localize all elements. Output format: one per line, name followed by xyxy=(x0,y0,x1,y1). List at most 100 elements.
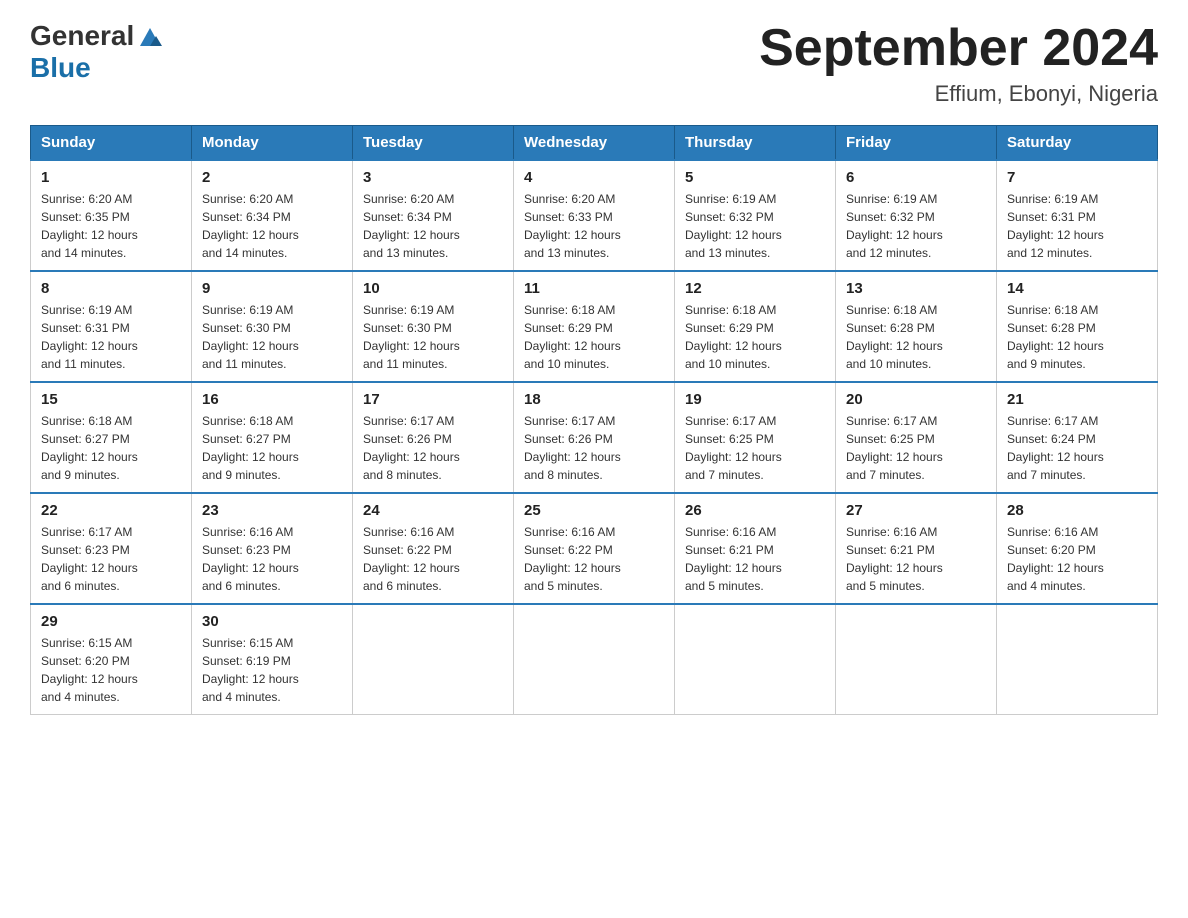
day-number: 7 xyxy=(1007,169,1147,186)
day-info: Sunrise: 6:15 AMSunset: 6:19 PMDaylight:… xyxy=(202,634,342,706)
calendar-cell: 25Sunrise: 6:16 AMSunset: 6:22 PMDayligh… xyxy=(514,493,675,604)
weekday-header-monday: Monday xyxy=(192,126,353,161)
weekday-header-friday: Friday xyxy=(836,126,997,161)
day-info: Sunrise: 6:16 AMSunset: 6:21 PMDaylight:… xyxy=(685,523,825,595)
calendar-table: SundayMondayTuesdayWednesdayThursdayFrid… xyxy=(30,125,1158,715)
calendar-cell: 11 Sunrise: 6:18 AMSunset: 6:29 PMDayligh… xyxy=(514,271,675,382)
day-info: Sunrise: 6:16 AMSunset: 6:21 PMDaylight:… xyxy=(846,523,986,595)
day-number: 2 xyxy=(202,169,342,186)
week-row-3: 15 Sunrise: 6:18 AMSunset: 6:27 PMDayligh… xyxy=(31,382,1158,493)
day-info: Sunrise: 6:19 AMSunset: 6:31 PMDaylight:… xyxy=(41,301,181,373)
day-number: 26 xyxy=(685,502,825,519)
calendar-cell: 23 Sunrise: 6:16 AMSunset: 6:23 PMDayligh… xyxy=(192,493,353,604)
title-section: September 2024 Effium, Ebonyi, Nigeria xyxy=(759,20,1158,107)
week-row-1: 1 Sunrise: 6:20 AMSunset: 6:35 PMDaylight… xyxy=(31,160,1158,271)
logo-general: General xyxy=(30,20,134,52)
day-number: 16 xyxy=(202,391,342,408)
day-info: Sunrise: 6:17 AMSunset: 6:26 PMDaylight:… xyxy=(524,412,664,484)
day-info: Sunrise: 6:16 AMSunset: 6:22 PMDaylight:… xyxy=(524,523,664,595)
day-number: 18 xyxy=(524,391,664,408)
day-number: 17 xyxy=(363,391,503,408)
page-header: General Blue September 2024 Effium, Ebon… xyxy=(30,20,1158,107)
day-number: 27 xyxy=(846,502,986,519)
day-number: 20 xyxy=(846,391,986,408)
day-info: Sunrise: 6:17 AMSunset: 6:26 PMDaylight:… xyxy=(363,412,503,484)
calendar-cell: 16 Sunrise: 6:18 AMSunset: 6:27 PMDayligh… xyxy=(192,382,353,493)
weekday-header-tuesday: Tuesday xyxy=(353,126,514,161)
calendar-cell: 19 Sunrise: 6:17 AMSunset: 6:25 PMDayligh… xyxy=(675,382,836,493)
day-number: 12 xyxy=(685,280,825,297)
day-number: 30 xyxy=(202,613,342,630)
logo-icon xyxy=(136,22,164,50)
calendar-cell: 9 Sunrise: 6:19 AMSunset: 6:30 PMDaylight… xyxy=(192,271,353,382)
calendar-cell: 3 Sunrise: 6:20 AMSunset: 6:34 PMDaylight… xyxy=(353,160,514,271)
week-row-5: 29Sunrise: 6:15 AMSunset: 6:20 PMDayligh… xyxy=(31,604,1158,715)
day-info: Sunrise: 6:20 AMSunset: 6:34 PMDaylight:… xyxy=(202,190,342,262)
weekday-header-saturday: Saturday xyxy=(997,126,1158,161)
day-info: Sunrise: 6:19 AMSunset: 6:30 PMDaylight:… xyxy=(363,301,503,373)
day-info: Sunrise: 6:16 AMSunset: 6:20 PMDaylight:… xyxy=(1007,523,1147,595)
calendar-cell: 8 Sunrise: 6:19 AMSunset: 6:31 PMDaylight… xyxy=(31,271,192,382)
weekday-header-row: SundayMondayTuesdayWednesdayThursdayFrid… xyxy=(31,126,1158,161)
calendar-cell: 5Sunrise: 6:19 AMSunset: 6:32 PMDaylight… xyxy=(675,160,836,271)
day-number: 9 xyxy=(202,280,342,297)
day-number: 14 xyxy=(1007,280,1147,297)
calendar-cell: 2 Sunrise: 6:20 AMSunset: 6:34 PMDaylight… xyxy=(192,160,353,271)
day-info: Sunrise: 6:18 AMSunset: 6:29 PMDaylight:… xyxy=(685,301,825,373)
logo-blue: Blue xyxy=(30,52,91,84)
day-info: Sunrise: 6:18 AMSunset: 6:28 PMDaylight:… xyxy=(846,301,986,373)
day-number: 15 xyxy=(41,391,181,408)
day-info: Sunrise: 6:17 AMSunset: 6:24 PMDaylight:… xyxy=(1007,412,1147,484)
day-number: 6 xyxy=(846,169,986,186)
day-info: Sunrise: 6:19 AMSunset: 6:32 PMDaylight:… xyxy=(846,190,986,262)
day-number: 24 xyxy=(363,502,503,519)
day-info: Sunrise: 6:18 AMSunset: 6:28 PMDaylight:… xyxy=(1007,301,1147,373)
calendar-cell xyxy=(836,604,997,715)
calendar-cell: 7 Sunrise: 6:19 AMSunset: 6:31 PMDaylight… xyxy=(997,160,1158,271)
day-info: Sunrise: 6:19 AMSunset: 6:30 PMDaylight:… xyxy=(202,301,342,373)
day-number: 11 xyxy=(524,280,664,297)
calendar-cell: 29Sunrise: 6:15 AMSunset: 6:20 PMDayligh… xyxy=(31,604,192,715)
calendar-cell xyxy=(675,604,836,715)
weekday-header-sunday: Sunday xyxy=(31,126,192,161)
calendar-cell: 22Sunrise: 6:17 AMSunset: 6:23 PMDayligh… xyxy=(31,493,192,604)
calendar-title: September 2024 xyxy=(759,20,1158,77)
calendar-cell: 18 Sunrise: 6:17 AMSunset: 6:26 PMDayligh… xyxy=(514,382,675,493)
day-number: 13 xyxy=(846,280,986,297)
day-info: Sunrise: 6:18 AMSunset: 6:29 PMDaylight:… xyxy=(524,301,664,373)
day-number: 10 xyxy=(363,280,503,297)
calendar-cell: 21Sunrise: 6:17 AMSunset: 6:24 PMDayligh… xyxy=(997,382,1158,493)
calendar-cell xyxy=(514,604,675,715)
calendar-cell: 13 Sunrise: 6:18 AMSunset: 6:28 PMDayligh… xyxy=(836,271,997,382)
calendar-cell: 14 Sunrise: 6:18 AMSunset: 6:28 PMDayligh… xyxy=(997,271,1158,382)
calendar-cell: 4Sunrise: 6:20 AMSunset: 6:33 PMDaylight… xyxy=(514,160,675,271)
day-number: 8 xyxy=(41,280,181,297)
calendar-cell: 12 Sunrise: 6:18 AMSunset: 6:29 PMDayligh… xyxy=(675,271,836,382)
calendar-cell: 1 Sunrise: 6:20 AMSunset: 6:35 PMDaylight… xyxy=(31,160,192,271)
day-info: Sunrise: 6:16 AMSunset: 6:22 PMDaylight:… xyxy=(363,523,503,595)
day-info: Sunrise: 6:18 AMSunset: 6:27 PMDaylight:… xyxy=(202,412,342,484)
day-number: 3 xyxy=(363,169,503,186)
day-info: Sunrise: 6:20 AMSunset: 6:34 PMDaylight:… xyxy=(363,190,503,262)
calendar-cell: 26 Sunrise: 6:16 AMSunset: 6:21 PMDayligh… xyxy=(675,493,836,604)
day-number: 4 xyxy=(524,169,664,186)
day-number: 19 xyxy=(685,391,825,408)
calendar-cell: 15 Sunrise: 6:18 AMSunset: 6:27 PMDayligh… xyxy=(31,382,192,493)
day-number: 29 xyxy=(41,613,181,630)
calendar-cell xyxy=(353,604,514,715)
day-info: Sunrise: 6:18 AMSunset: 6:27 PMDaylight:… xyxy=(41,412,181,484)
calendar-cell: 20Sunrise: 6:17 AMSunset: 6:25 PMDayligh… xyxy=(836,382,997,493)
day-info: Sunrise: 6:19 AMSunset: 6:31 PMDaylight:… xyxy=(1007,190,1147,262)
day-number: 23 xyxy=(202,502,342,519)
day-number: 5 xyxy=(685,169,825,186)
day-number: 1 xyxy=(41,169,181,186)
logo: General Blue xyxy=(30,20,164,84)
calendar-cell xyxy=(997,604,1158,715)
calendar-cell: 28Sunrise: 6:16 AMSunset: 6:20 PMDayligh… xyxy=(997,493,1158,604)
day-info: Sunrise: 6:16 AMSunset: 6:23 PMDaylight:… xyxy=(202,523,342,595)
calendar-cell: 30 Sunrise: 6:15 AMSunset: 6:19 PMDayligh… xyxy=(192,604,353,715)
calendar-cell: 24 Sunrise: 6:16 AMSunset: 6:22 PMDayligh… xyxy=(353,493,514,604)
weekday-header-thursday: Thursday xyxy=(675,126,836,161)
day-info: Sunrise: 6:20 AMSunset: 6:35 PMDaylight:… xyxy=(41,190,181,262)
day-info: Sunrise: 6:17 AMSunset: 6:25 PMDaylight:… xyxy=(685,412,825,484)
